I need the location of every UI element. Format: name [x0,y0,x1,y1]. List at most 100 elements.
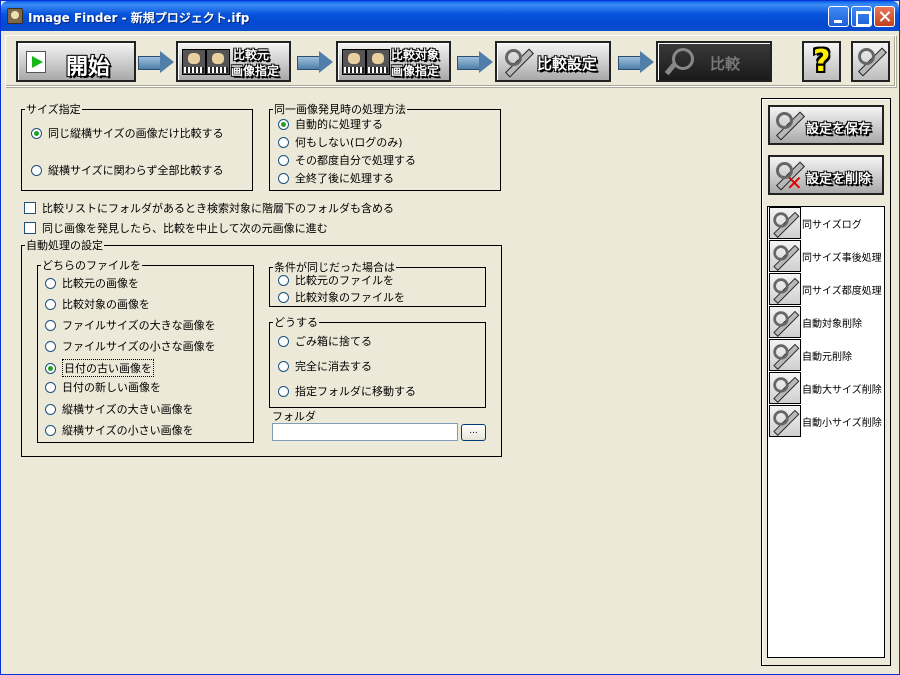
stop-on-found-checkbox[interactable]: 同じ画像を発見したら、比較を中止して次の元画像に進む [24,220,328,236]
start-label: 開始 [66,55,111,80]
wrench-icon [772,244,799,271]
preset-item[interactable]: 同サイズ都度処理 [769,273,884,305]
which-file-option[interactable]: 日付の新しい画像を [45,379,161,395]
radio-button[interactable] [278,274,289,286]
delete-x-icon: ✕ [786,171,803,195]
action-option-trash[interactable]: ごみ箱に捨てる [278,333,372,349]
radio-button[interactable] [45,362,56,374]
target-label-2: 画像指定 [391,64,440,78]
which-file-label: 縦横サイズの小さい画像を [62,424,194,437]
radio-button[interactable] [278,136,289,148]
same-option-label: 全終了後に処理する [295,172,394,185]
which-file-label: 比較元の画像を [62,277,139,290]
which-file-option[interactable]: ファイルサイズの大きな画像を [45,317,216,333]
which-file-label: 日付の新しい画像を [62,381,161,394]
source-label-1: 比較元 [233,48,270,62]
play-icon [26,51,46,73]
if-same-option-source[interactable]: 比較元のファイルを [278,272,394,288]
start-button[interactable]: 開始 [16,41,136,82]
save-settings-button[interactable]: 設定を保存 [768,105,884,145]
size-option-all[interactable]: 縦横サイズに関わらず全部比較する [31,162,223,178]
preset-item[interactable]: 同サイズ事後処理 [769,240,884,272]
arrow-icon [138,51,174,73]
app-icon[interactable] [7,8,23,24]
folder-input[interactable] [272,423,458,441]
delete-settings-button[interactable]: ✕ 設定を削除 [768,155,884,195]
settings-label: 比較設定 [537,55,598,73]
radio-button[interactable] [31,164,42,176]
wrench-icon [503,47,533,77]
action-label: 完全に消去する [295,360,372,373]
radio-button[interactable] [45,340,56,352]
action-legend: どうする [274,316,318,329]
checkbox[interactable] [24,222,36,234]
minimize-button[interactable] [828,6,849,27]
preset-item[interactable]: 同サイズログ [769,207,884,239]
which-file-option[interactable]: 比較元の画像を [45,275,139,291]
preset-wrench-icon [769,273,801,305]
action-option-delete[interactable]: 完全に消去する [278,358,372,374]
radio-button[interactable] [278,360,289,372]
which-file-label: 比較対象の画像を [62,298,150,311]
same-option-auto[interactable]: 自動的に処理する [278,116,383,132]
radio-button[interactable] [31,127,42,139]
radio-button[interactable] [45,403,56,415]
wrench-icon [774,110,804,140]
action-option-move[interactable]: 指定フォルダに移動する [278,383,416,399]
preset-item[interactable]: 自動大サイズ削除 [769,372,884,404]
close-button[interactable] [874,6,895,27]
size-group-legend: サイズ指定 [26,103,81,116]
source-image-button[interactable]: 比較元 画像指定 [176,41,291,82]
preset-item[interactable]: 自動元削除 [769,339,884,371]
radio-button[interactable] [45,424,56,436]
radio-button[interactable] [45,319,56,331]
preset-label: 自動大サイズ削除 [802,384,882,396]
wrench-icon [772,211,799,238]
radio-button[interactable] [45,381,56,393]
toolbar: 開始 比較元 画像指定 比較対象 画像指定 比較設定 比較 ? [5,35,896,87]
same-option-none[interactable]: 何もしない(ログのみ) [278,134,403,150]
preset-wrench-icon [769,306,801,338]
if-same-label: 比較対象のファイルを [295,291,405,304]
preset-label: 同サイズログ [802,219,862,231]
compare-label: 比較 [710,55,741,73]
checkbox[interactable] [24,202,36,214]
wrench-icon [856,46,886,76]
same-option-label: 何もしない(ログのみ) [295,136,403,149]
main-window: Image Finder - 新規プロジェクト.ifp 開始 比較元 画像指定 … [0,0,900,675]
which-file-legend: どちらのファイルを [42,259,141,272]
radio-button[interactable] [278,172,289,184]
which-file-option[interactable]: 比較対象の画像を [45,296,150,312]
radio-button[interactable] [278,385,289,397]
maximize-button[interactable] [851,6,872,27]
same-option-each[interactable]: その都度自分で処理する [278,152,416,168]
radio-button[interactable] [45,298,56,310]
include-subfolders-checkbox[interactable]: 比較リストにフォルダがあるとき検索対象に階層下のフォルダも含める [24,200,394,216]
which-file-option[interactable]: 縦横サイズの小さい画像を [45,422,194,438]
browse-button[interactable]: ... [461,424,486,441]
same-option-end[interactable]: 全終了後に処理する [278,170,394,186]
which-file-option[interactable]: ファイルサイズの小さな画像を [45,338,216,354]
tools-button[interactable] [851,41,890,82]
preset-wrench-icon [769,207,801,239]
which-file-option[interactable]: 縦横サイズの大きい画像を [45,401,194,417]
radio-button[interactable] [278,335,289,347]
arrow-icon [618,51,654,73]
compare-button[interactable]: 比較 [656,41,772,82]
which-file-option-selected[interactable]: 日付の古い画像を [45,359,154,377]
target-image-button[interactable]: 比較対象 画像指定 [336,41,451,82]
radio-button[interactable] [278,118,289,130]
radio-button[interactable] [278,154,289,166]
radio-button[interactable] [278,291,289,303]
preset-item[interactable]: 自動小サイズ削除 [769,405,884,437]
action-label: 指定フォルダに移動する [295,385,416,398]
preset-item[interactable]: 自動対象削除 [769,306,884,338]
radio-button[interactable] [45,277,56,289]
size-option-same[interactable]: 同じ縦横サイズの画像だけ比較する [31,125,224,141]
action-label: ごみ箱に捨てる [295,335,372,348]
help-icon: ? [813,44,831,79]
title-bar[interactable]: Image Finder - 新規プロジェクト.ifp [1,1,899,31]
if-same-option-target[interactable]: 比較対象のファイルを [278,289,405,305]
help-button[interactable]: ? [802,41,841,82]
compare-settings-button[interactable]: 比較設定 [495,41,611,82]
